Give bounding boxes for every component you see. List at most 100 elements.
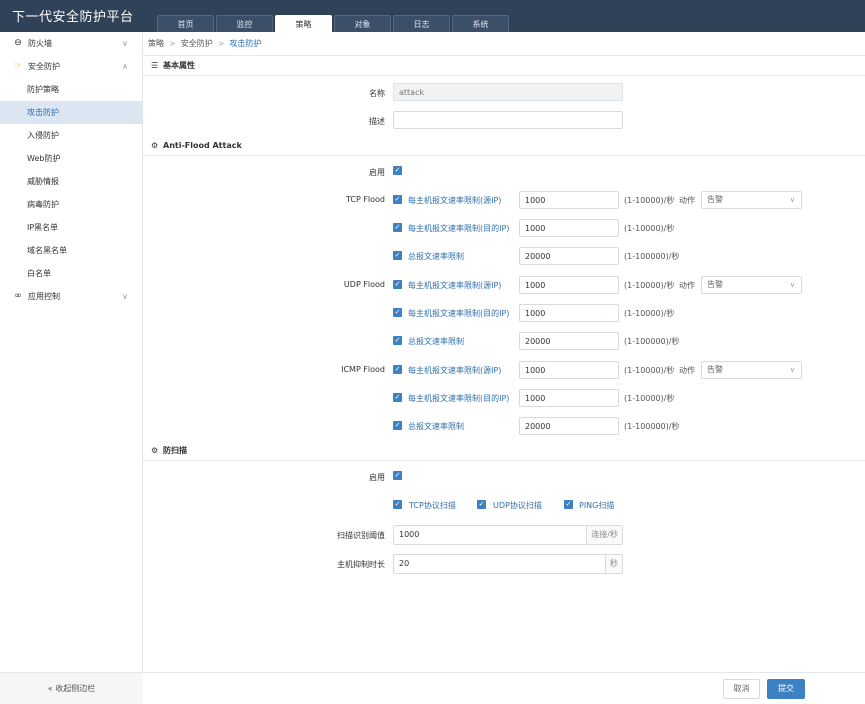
udp-src-range: (1-10000)/秒 <box>624 281 675 290</box>
antiscan-enable-label: 启用 <box>369 473 385 482</box>
breadcrumb-item[interactable]: 策略 <box>148 39 164 48</box>
scan-threshold-unit: 连接/秒 <box>586 526 622 544</box>
icmp-total-checkbox[interactable]: ✓ <box>393 421 402 430</box>
top-header: 下一代安全防护平台 首页 监控 策略 对象 日志 系统 <box>0 0 865 32</box>
tcp-total-label: 总报文速率限制 <box>408 252 464 261</box>
udp-scan-label: UDP协议扫描 <box>493 501 542 510</box>
list-icon: ☰ <box>151 61 159 70</box>
tab-log[interactable]: 日志 <box>393 15 450 32</box>
icmp-total-input[interactable] <box>519 417 619 435</box>
udp-dst-checkbox[interactable]: ✓ <box>393 308 402 317</box>
tcp-action-value: 告警 <box>707 195 723 204</box>
antiscan-enable-checkbox[interactable]: ✓ <box>393 471 402 480</box>
main-content: 策略 > 安全防护 > 攻击防护 ☰ 基本属性 名称 描述 ⚙ Anti-Flood Att… <box>143 32 865 704</box>
udp-scan-checkbox[interactable]: ✓ <box>477 500 486 509</box>
icmp-dst-range: (1-10000)/秒 <box>624 394 675 403</box>
submit-button[interactable]: 提交 <box>767 679 805 699</box>
sidebar-item-ip-blacklist[interactable]: IP黑名单 <box>0 216 142 239</box>
description-label: 描述 <box>369 117 385 126</box>
sidebar-group-security[interactable]: ☞ 安全防护 ∧ <box>0 55 142 78</box>
tcp-action-select[interactable]: 告警 ∨ <box>701 191 802 209</box>
tab-system[interactable]: 系统 <box>452 15 509 32</box>
sidebar-item-threat-intel[interactable]: 威胁情报 <box>0 170 142 193</box>
tab-home[interactable]: 首页 <box>157 15 214 32</box>
minus-circle-icon: ⊖ <box>14 38 22 48</box>
udp-total-label: 总报文速率限制 <box>408 337 464 346</box>
ping-scan-checkbox[interactable]: ✓ <box>564 500 573 509</box>
tcp-dst-checkbox[interactable]: ✓ <box>393 223 402 232</box>
sidebar-item-web-protection[interactable]: Web防护 <box>0 147 142 170</box>
chevron-down-icon: ∨ <box>789 366 795 374</box>
tcp-dst-input[interactable] <box>519 219 619 237</box>
glasses-icon: ∞ <box>14 291 22 301</box>
antiflood-enable-checkbox[interactable]: ✓ <box>393 166 402 175</box>
collapse-sidebar-label: 收起侧边栏 <box>55 684 96 693</box>
section-antiflood-label: Anti-Flood Attack <box>163 141 242 150</box>
udp-dst-input[interactable] <box>519 304 619 322</box>
chevron-down-icon: ∨ <box>789 281 795 289</box>
sidebar-item-whitelist[interactable]: 白名单 <box>0 262 142 285</box>
tab-policy[interactable]: 策略 <box>275 15 332 32</box>
udp-dst-range: (1-10000)/秒 <box>624 309 675 318</box>
breadcrumb-item[interactable]: 安全防护 <box>181 39 213 48</box>
icmp-dst-checkbox[interactable]: ✓ <box>393 393 402 402</box>
name-input[interactable] <box>393 83 623 101</box>
icmp-src-label: 每主机报文速率限制(源IP) <box>408 366 502 375</box>
icmp-total-range: (1-100000)/秒 <box>624 422 680 431</box>
tcp-src-input[interactable] <box>519 191 619 209</box>
chevron-down-icon: ∨ <box>122 39 128 48</box>
sidebar-group-firewall[interactable]: ⊖ 防火墙 ∨ <box>0 32 142 55</box>
host-block-unit: 秒 <box>605 555 622 573</box>
sidebar-item-protection-policy[interactable]: 防护策略 <box>0 78 142 101</box>
tcp-total-range: (1-100000)/秒 <box>624 252 680 261</box>
sidebar-item-domain-blacklist[interactable]: 域名黑名单 <box>0 239 142 262</box>
udp-src-label: 每主机报文速率限制(源IP) <box>408 281 502 290</box>
chevron-up-icon: ∧ <box>122 62 128 71</box>
udp-total-checkbox[interactable]: ✓ <box>393 336 402 345</box>
udp-flood-label: UDP Flood <box>343 280 385 289</box>
tcp-total-input[interactable] <box>519 247 619 265</box>
tcp-src-checkbox[interactable]: ✓ <box>393 195 402 204</box>
icmp-src-checkbox[interactable]: ✓ <box>393 365 402 374</box>
icmp-src-input[interactable] <box>519 361 619 379</box>
ping-scan-label: PING扫描 <box>579 501 615 510</box>
tcp-src-range: (1-10000)/秒 <box>624 196 675 205</box>
tab-object[interactable]: 对象 <box>334 15 391 32</box>
host-block-input[interactable]: 20 秒 <box>393 554 623 574</box>
antiflood-enable-label: 启用 <box>369 168 385 177</box>
udp-total-input[interactable] <box>519 332 619 350</box>
tcp-dst-range: (1-10000)/秒 <box>624 224 675 233</box>
collapse-sidebar-button[interactable]: « 收起侧边栏 <box>0 672 143 704</box>
udp-src-checkbox[interactable]: ✓ <box>393 280 402 289</box>
host-block-label: 主机抑制时长 <box>337 560 385 569</box>
tcp-total-checkbox[interactable]: ✓ <box>393 251 402 260</box>
gear-icon: ⚙ <box>151 446 159 455</box>
section-antiscan-title: ⚙ 防扫描 <box>143 441 865 461</box>
sidebar: ⊖ 防火墙 ∨ ☞ 安全防护 ∧ 防护策略 攻击防护 入侵防护 Web防护 威胁… <box>0 32 143 704</box>
cancel-button[interactable]: 取消 <box>723 679 760 699</box>
sidebar-group-label: 安全防护 <box>28 62 60 71</box>
description-input[interactable] <box>393 111 623 129</box>
sidebar-group-app-control[interactable]: ∞ 应用控制 ∨ <box>0 285 142 308</box>
udp-action-label: 动作 <box>679 281 695 290</box>
tcp-src-label: 每主机报文速率限制(源IP) <box>408 196 502 205</box>
breadcrumb: 策略 > 安全防护 > 攻击防护 <box>143 32 865 56</box>
icmp-dst-input[interactable] <box>519 389 619 407</box>
tcp-action-label: 动作 <box>679 196 695 205</box>
scan-threshold-input[interactable]: 1000 连接/秒 <box>393 525 623 545</box>
name-label: 名称 <box>369 89 385 98</box>
udp-src-input[interactable] <box>519 276 619 294</box>
tab-monitor[interactable]: 监控 <box>216 15 273 32</box>
icmp-action-select[interactable]: 告警 ∨ <box>701 361 802 379</box>
main-tabs: 首页 监控 策略 对象 日志 系统 <box>157 15 511 32</box>
app-title: 下一代安全防护平台 <box>12 10 134 25</box>
tcp-dst-label: 每主机报文速率限制(目的IP) <box>408 224 510 233</box>
chevron-down-icon: ∨ <box>789 196 795 204</box>
udp-action-select[interactable]: 告警 ∨ <box>701 276 802 294</box>
sidebar-item-virus-protection[interactable]: 病毒防护 <box>0 193 142 216</box>
hand-pointer-icon: ☞ <box>13 61 23 71</box>
sidebar-item-intrusion-protection[interactable]: 入侵防护 <box>0 124 142 147</box>
section-antiflood-title: ⚙ Anti-Flood Attack <box>143 136 865 156</box>
sidebar-item-attack-protection[interactable]: 攻击防护 <box>0 101 142 124</box>
tcp-scan-checkbox[interactable]: ✓ <box>393 500 402 509</box>
